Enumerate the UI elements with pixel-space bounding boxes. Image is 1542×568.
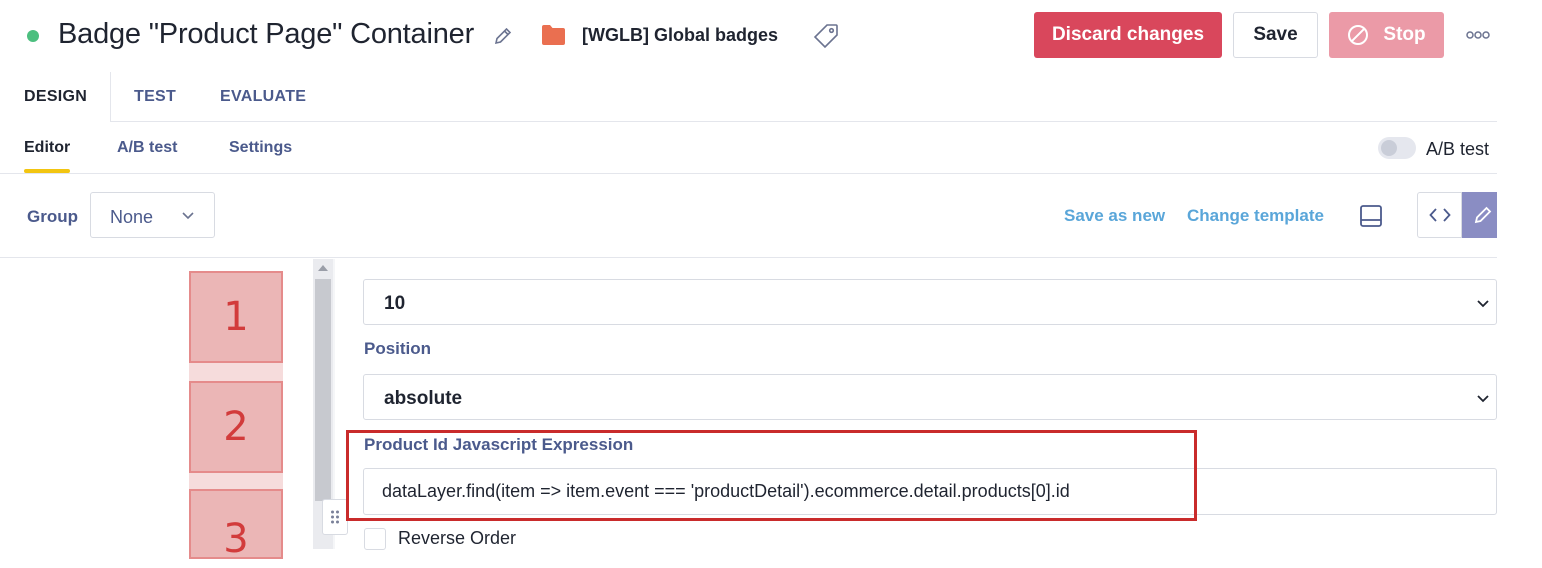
toggle-knob [1381,140,1397,156]
panel-bottom-icon[interactable] [1358,204,1384,228]
header: Badge "Product Page" Container [WGLB] Gl… [0,0,1542,72]
preview-canvas: 1 2 3 [0,259,313,559]
more-dots-icon[interactable] [1465,28,1491,42]
tab-ab-test[interactable]: A/B test [117,139,177,157]
tab-settings[interactable]: Settings [229,139,292,157]
tab-evaluate[interactable]: EVALUATE [220,88,306,106]
folder-icon [541,24,566,46]
preview-panel: 1 2 3 [0,259,348,559]
secondary-tabs: Editor A/B test Settings A/B test [0,122,1497,174]
change-template-link[interactable]: Change template [1187,206,1324,226]
z-index-select[interactable]: 10 [363,279,1497,325]
ab-test-toggle[interactable] [1378,137,1416,159]
tab-editor[interactable]: Editor [24,139,70,157]
scroll-up-icon[interactable] [318,265,328,271]
badge-container: 1 2 3 [189,271,283,559]
status-dot [27,30,39,42]
ab-test-toggle-label: A/B test [1426,139,1490,159]
product-id-expression-input[interactable] [363,468,1497,515]
stop-button[interactable]: Stop [1329,12,1444,58]
save-as-new-link[interactable]: Save as new [1064,206,1165,226]
tag-icon[interactable] [813,23,839,49]
position-value: absolute [384,388,463,409]
pencil-icon [1474,206,1492,224]
folder-label[interactable]: [WGLB] Global badges [582,25,778,46]
chevron-down-icon [1477,395,1489,403]
page-title: Badge "Product Page" Container [58,18,475,50]
position-label: Position [364,339,432,358]
position-select[interactable]: absolute [363,374,1497,420]
product-id-expression-label: Product Id Javascript Expression [364,435,634,454]
pencil-icon[interactable] [492,25,514,47]
code-view-button[interactable] [1417,192,1462,238]
view-mode-toggle [1417,192,1497,238]
primary-tabs: DESIGN TEST EVALUATE [0,72,1497,122]
scrollbar-thumb[interactable] [315,279,331,501]
badge-item: 1 [189,271,283,363]
drag-handle-icon[interactable] [322,499,348,535]
reverse-order-checkbox[interactable] [364,528,386,550]
group-select-value: None [110,207,154,227]
z-index-value: 10 [384,293,406,314]
chevron-down-icon [182,212,194,220]
tab-design[interactable]: DESIGN [24,88,87,106]
reverse-order-label[interactable]: Reverse Order [398,528,516,549]
chevron-down-icon [1477,300,1489,308]
circle-slash-icon [1348,25,1369,45]
active-tab-indicator [24,169,70,173]
code-brackets-icon [1428,208,1451,222]
badge-item: 2 [189,381,283,473]
group-label: Group [27,207,78,226]
discard-changes-button[interactable]: Discard changes [1034,12,1222,58]
save-button[interactable]: Save [1233,12,1318,58]
badge-item: 3 [189,489,283,559]
edit-view-button[interactable] [1462,192,1497,238]
stop-label: Stop [1383,24,1426,45]
tab-test[interactable]: TEST [134,88,176,106]
group-select[interactable]: None [90,192,215,238]
editor-toolbar: Group None Save as new Change template [0,174,1497,258]
